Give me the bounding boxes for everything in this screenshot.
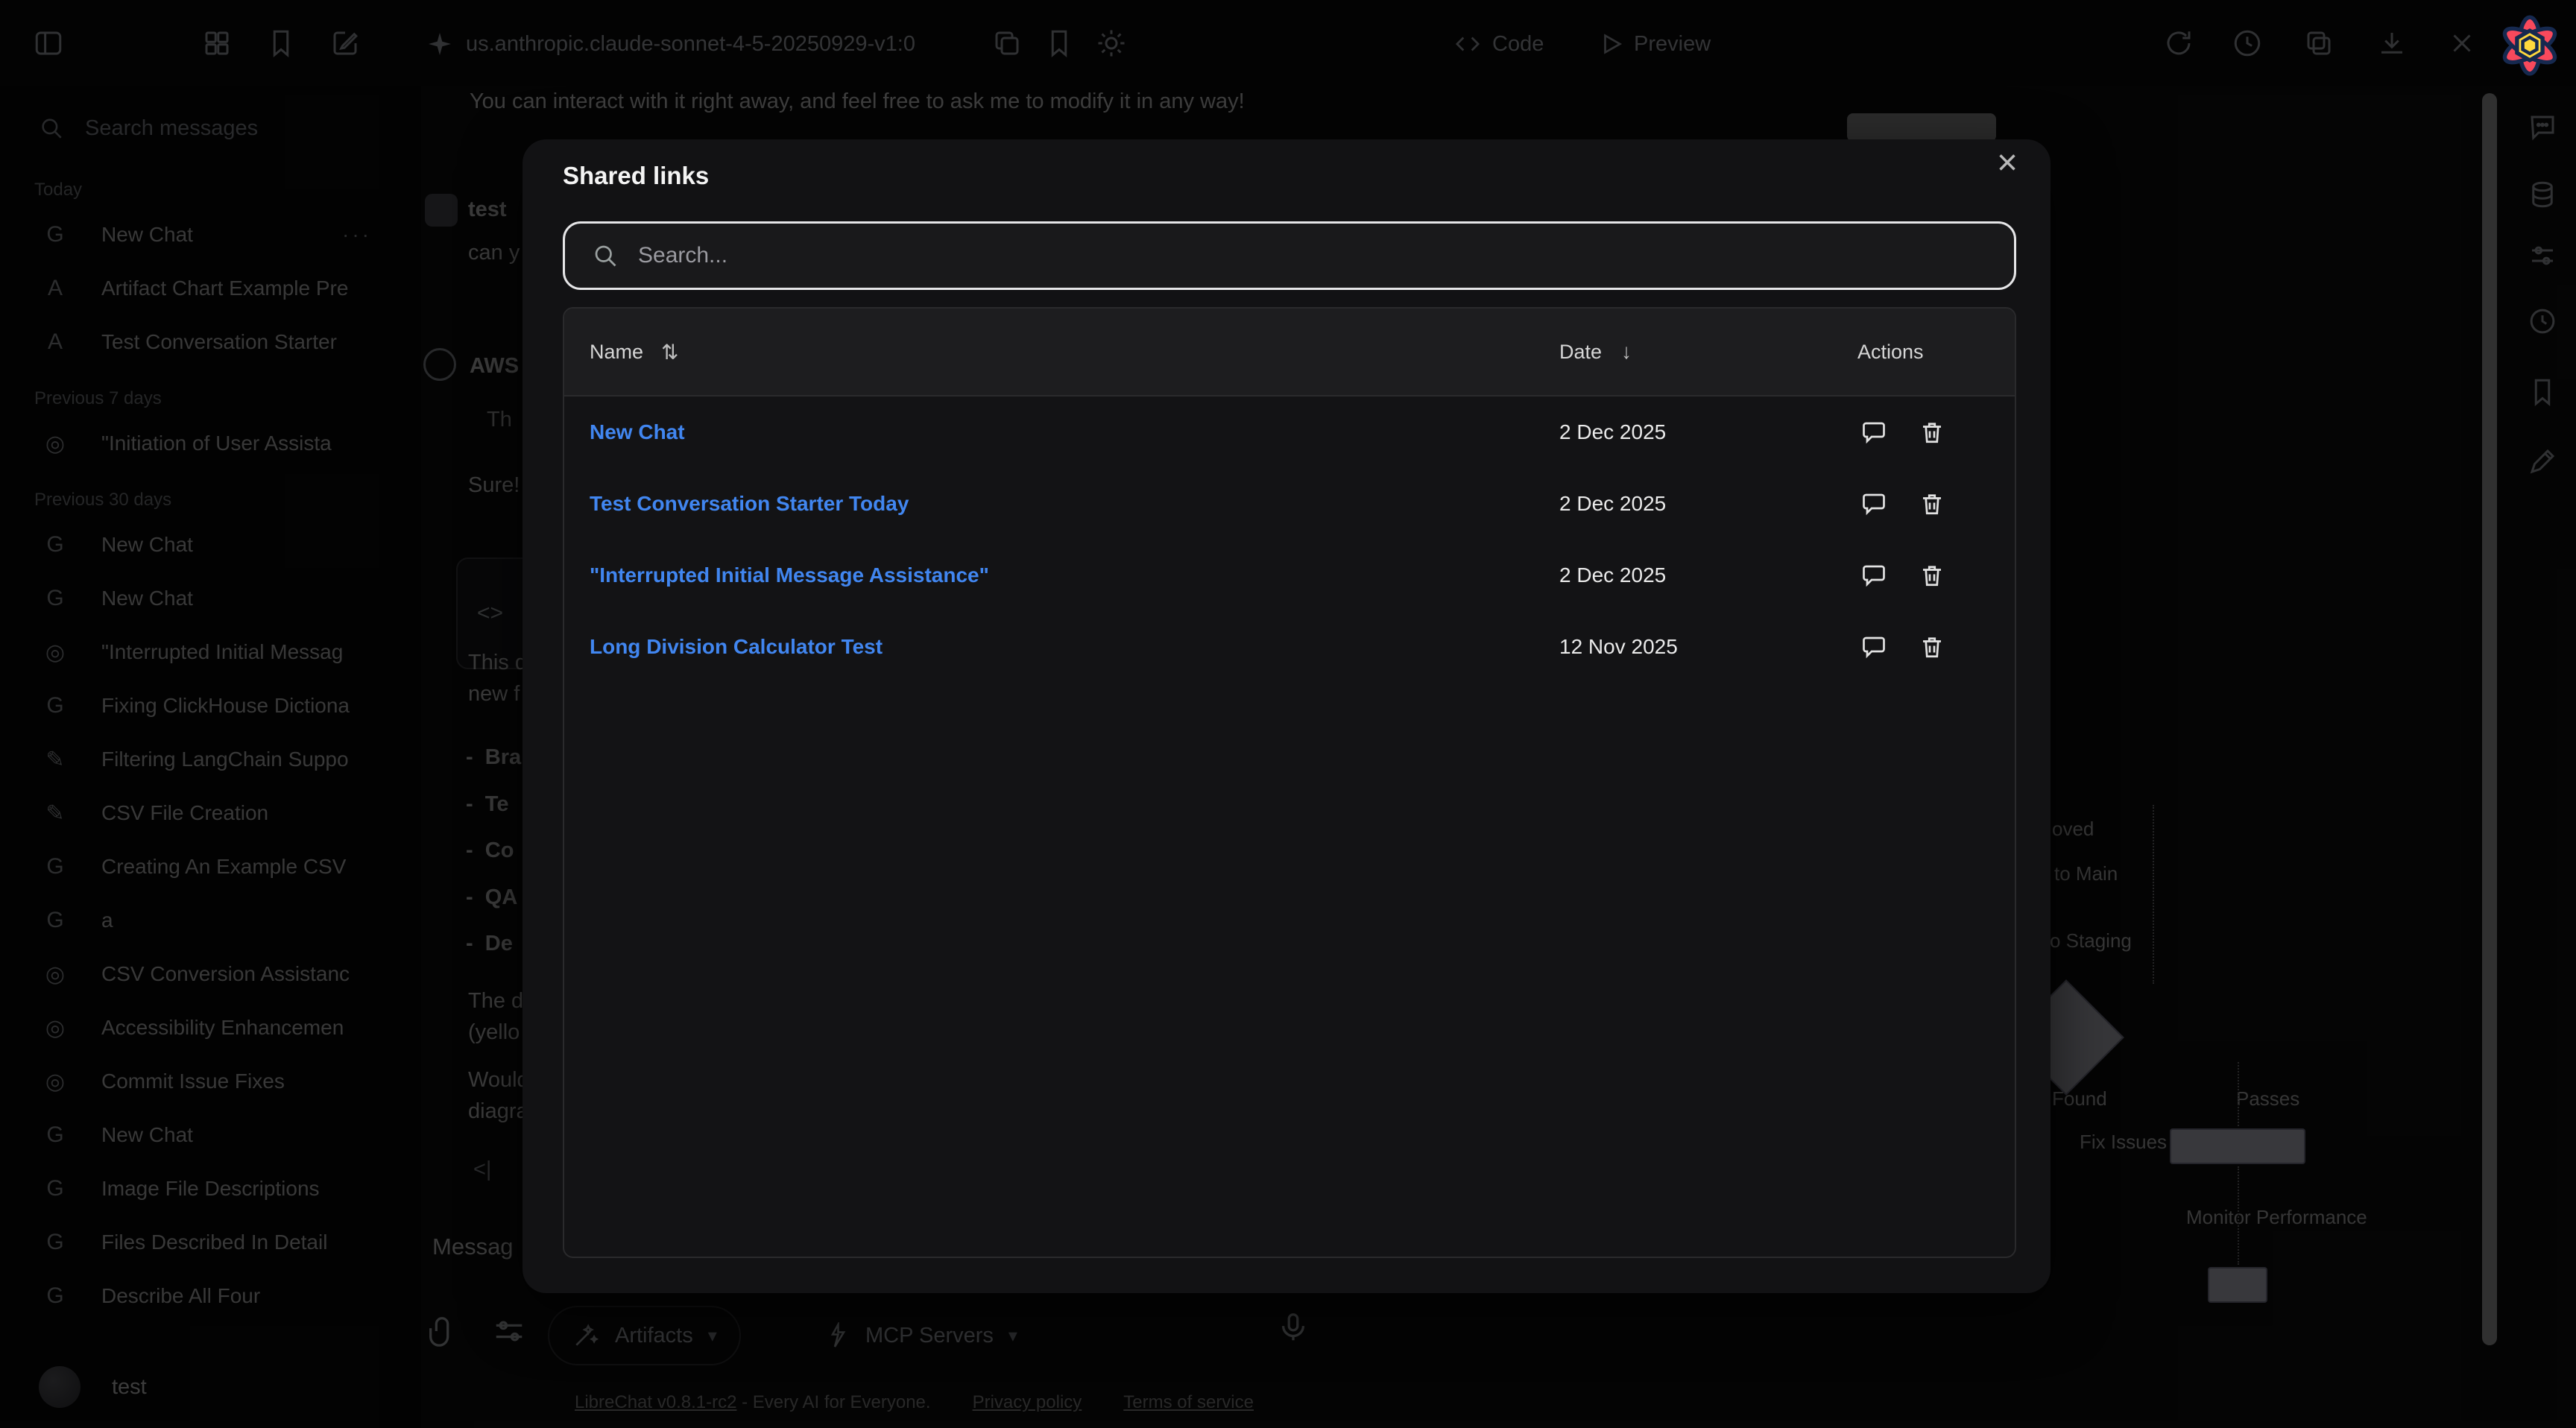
- shared-link-date: 2 Dec 2025: [1559, 420, 1840, 444]
- shared-links-table: Name ⇅ Date ↓ Actions New Chat 2 Dec 2025…: [563, 307, 2016, 1258]
- search-icon: [592, 242, 619, 269]
- shared-links-search[interactable]: [563, 221, 2016, 290]
- shared-link-name[interactable]: Test Conversation Starter Today: [590, 492, 909, 516]
- close-icon[interactable]: ×: [1997, 145, 2018, 181]
- table-body: New Chat2 Dec 2025Test Conversation Star…: [564, 397, 2015, 683]
- delete-icon[interactable]: [1916, 631, 1948, 663]
- table-header-row: Name ⇅ Date ↓ Actions: [564, 309, 2015, 397]
- shared-link-name[interactable]: Long Division Calculator Test: [590, 635, 883, 659]
- search-input[interactable]: [638, 243, 2014, 268]
- shared-link-row: New Chat 2 Dec 2025: [564, 397, 2015, 468]
- open-chat-icon[interactable]: [1857, 631, 1890, 663]
- sort-updown-icon[interactable]: ⇅: [661, 340, 678, 364]
- shared-link-name[interactable]: New Chat: [590, 420, 685, 444]
- delete-icon[interactable]: [1916, 487, 1948, 520]
- open-chat-icon[interactable]: [1857, 487, 1890, 520]
- actions-column-header: Actions: [1857, 341, 1924, 364]
- shared-link-date: 2 Dec 2025: [1559, 563, 1840, 587]
- date-column-header[interactable]: Date: [1559, 341, 1602, 364]
- open-chat-icon[interactable]: [1857, 416, 1890, 449]
- shared-link-name[interactable]: "Interrupted Initial Message Assistance": [590, 563, 989, 587]
- delete-icon[interactable]: [1916, 559, 1948, 592]
- sort-desc-icon[interactable]: ↓: [1621, 340, 1632, 364]
- atom-flower-logo[interactable]: [2496, 12, 2563, 79]
- dialog-title: Shared links: [563, 162, 709, 190]
- shared-link-row: Long Division Calculator Test 12 Nov 2025: [564, 611, 2015, 683]
- open-chat-icon[interactable]: [1857, 559, 1890, 592]
- shared-link-row: "Interrupted Initial Message Assistance"…: [564, 540, 2015, 611]
- name-column-header[interactable]: Name: [590, 341, 643, 364]
- delete-icon[interactable]: [1916, 416, 1948, 449]
- shared-link-row: Test Conversation Starter Today 2 Dec 202…: [564, 468, 2015, 540]
- shared-link-date: 12 Nov 2025: [1559, 635, 1840, 659]
- shared-links-dialog: Shared links × Name ⇅ Date ↓ Actions New…: [523, 139, 2051, 1293]
- shared-link-date: 2 Dec 2025: [1559, 492, 1840, 516]
